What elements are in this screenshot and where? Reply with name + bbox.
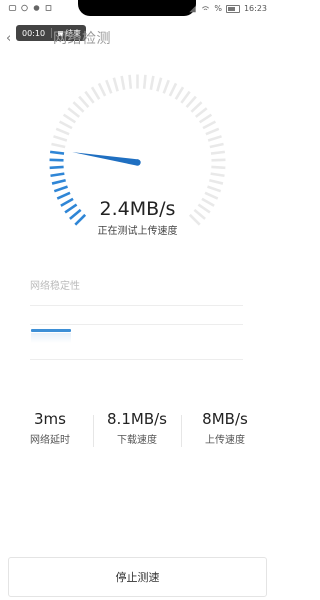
wifi-icon [202,5,210,10]
signal-icon [189,5,197,12]
gauge-tick [185,95,197,108]
gauge-tick [207,135,222,142]
camera-notch [78,0,196,16]
gauge-tick [58,120,73,130]
gauge-tick [97,82,107,97]
clock: 16:23 [243,4,267,13]
latency-label: 网络延时 [30,435,70,446]
gauge-hub [134,159,141,166]
gauge-tick [53,135,68,142]
gauge-tick [168,82,178,97]
gauge-tick [180,90,191,104]
gauge-tick [207,185,222,193]
back-arrow-icon[interactable]: ‹ [6,31,11,46]
page-title: 网络检测 [53,31,111,47]
gauge-tick [112,77,119,92]
gauge-tick [90,86,101,100]
notification-icon [8,5,17,11]
stability-gridline [30,324,243,325]
gauge-tick [84,90,95,104]
stop-test-button[interactable]: 停止测速 [8,557,267,597]
latency-value: 3ms [34,410,66,428]
gauge-tick [55,127,70,136]
gauge-tick [50,172,65,178]
gauge-tick [51,178,66,185]
gauge-tick [105,79,113,94]
gauge-tick [49,150,65,155]
recording-time: 00:10 [22,28,46,38]
stability-gridline [30,305,243,306]
battery-percent: % [214,4,222,13]
gauge-tick [205,127,220,136]
gauge-tick [142,74,147,89]
gauge-tick [120,75,126,90]
upload-label: 上传速度 [205,435,245,446]
test-status: 正在测试上传速度 [97,226,178,237]
status-icons-left [8,4,53,12]
gauge-tick [209,142,224,149]
gauge-tick [211,165,226,170]
gauge-tick [162,79,170,94]
gauge-tick [72,101,85,113]
gauge-tick [194,107,208,118]
gauge-tick [174,86,185,100]
stability-gridline [30,359,243,360]
gauge-tick [198,113,213,124]
gauge-tick [62,113,77,124]
gauge-tick [210,150,226,155]
status-bar: % 16:23 [0,0,275,18]
alarm-icon [21,4,28,12]
download-label: 下载速度 [117,435,157,446]
stability-bar [31,329,71,332]
app-icon [33,5,40,11]
gauge-tick [156,77,163,92]
gauge-tick [209,178,224,185]
download-stat: 8.1MB/s 下载速度 [92,410,182,446]
app-icon-2 [45,5,52,11]
current-speed: 2.4MB/s [99,198,176,220]
battery-icon [225,4,240,13]
stability-fill [31,333,71,343]
gauge-tick [51,142,66,149]
gauge-tick [49,165,64,170]
gauge-tick [128,74,133,89]
gauge-tick [190,101,203,113]
upload-value: 8MB/s [202,410,248,428]
gauge-tick [53,185,68,193]
gauge-tick [202,120,217,130]
gauge-tick [149,75,155,90]
stability-label: 网络稳定性 [30,281,80,292]
gauge-needle [72,152,139,166]
gauge-tick [210,172,225,178]
gauge-tick [78,95,90,108]
status-icons-right: % 16:23 [188,4,267,13]
upload-stat: 8MB/s 上传速度 [180,410,270,446]
download-value: 8.1MB/s [107,410,167,428]
latency-stat: 3ms 网络延时 [5,410,95,446]
gauge-tick [67,107,81,118]
